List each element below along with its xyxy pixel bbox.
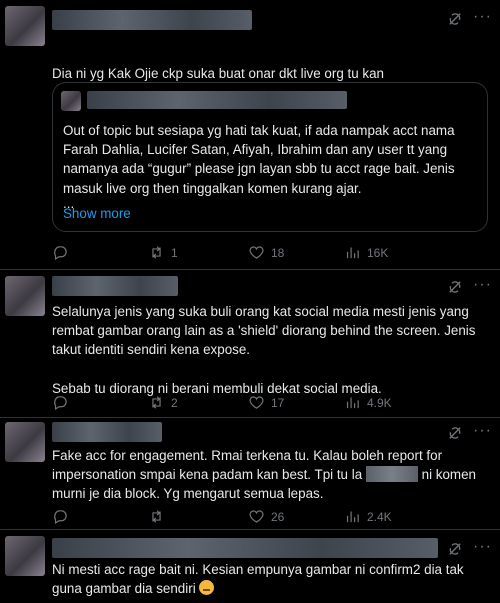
reply-icon (52, 508, 69, 525)
reply-button[interactable] (52, 244, 75, 261)
repost-button[interactable] (148, 508, 171, 525)
views-icon (344, 244, 361, 261)
views-count: 4.9K (367, 395, 392, 410)
like-count: 18 (271, 245, 285, 260)
views-button[interactable]: 16K (344, 244, 388, 261)
like-button[interactable]: 26 (248, 508, 284, 525)
like-count: 17 (271, 395, 285, 410)
post-text: Fake acc for engagement. Rmai terkena tu… (52, 446, 478, 504)
like-button[interactable]: 17 (248, 394, 284, 411)
like-icon (248, 394, 265, 411)
reply-icon (52, 244, 69, 261)
more-options-icon[interactable]: ··· (473, 422, 492, 440)
more-options-icon[interactable]: ··· (473, 538, 492, 556)
repost-button[interactable]: 2 (148, 394, 178, 411)
author-name-redacted[interactable] (52, 538, 438, 558)
redacted-name (365, 466, 418, 483)
reply-button[interactable] (52, 394, 75, 411)
more-options-icon[interactable]: ··· (473, 276, 492, 294)
like-count: 26 (271, 509, 285, 524)
views-icon (344, 394, 361, 411)
action-bar: 26 2.4K (52, 508, 492, 528)
views-count: 16K (367, 245, 389, 260)
grimacing-face-emoji (199, 580, 215, 596)
post-text: Selalunya jenis yang suka buli orang kat… (52, 304, 476, 396)
post-text-body: Ni mesti acc rage bait ni. Kesian empuny… (52, 562, 468, 597)
avatar[interactable] (5, 276, 45, 316)
reply-button[interactable] (52, 508, 75, 525)
repost-icon (148, 244, 165, 261)
repost-count: 2 (171, 395, 178, 410)
post-text: Ni mesti acc rage bait ni. Kesian empuny… (52, 560, 478, 598)
repost-icon (148, 394, 165, 411)
quote-text: Out of topic but sesiapa yg hati tak kua… (63, 121, 477, 210)
grok-icon[interactable] (446, 278, 464, 296)
post-3[interactable]: ··· Fake acc for engagement. Rmai terken… (0, 418, 500, 530)
like-icon (248, 508, 265, 525)
avatar[interactable] (5, 6, 45, 46)
show-more-link[interactable]: Show more (63, 206, 131, 221)
like-button[interactable]: 18 (248, 244, 284, 261)
post-4[interactable]: ··· Ni mesti acc rage bait ni. Kesian em… (0, 530, 500, 603)
like-icon (248, 244, 265, 261)
action-bar: 1 18 16K (52, 244, 492, 264)
grok-icon[interactable] (446, 424, 464, 442)
post-2[interactable]: ··· Selalunya jenis yang suka buli orang… (0, 270, 500, 418)
repost-icon (148, 508, 165, 525)
author-name-redacted[interactable] (52, 10, 252, 30)
reply-icon (52, 394, 69, 411)
more-options-icon[interactable]: ··· (473, 8, 492, 26)
quoted-post[interactable]: Out of topic but sesiapa yg hati tak kua… (52, 82, 488, 232)
avatar[interactable] (5, 422, 45, 462)
quote-avatar (61, 91, 81, 111)
post-1[interactable]: ··· Dia ni yg Kak Ojie ckp suka buat ona… (0, 0, 500, 270)
author-name-redacted[interactable] (52, 276, 178, 296)
avatar[interactable] (5, 536, 45, 576)
views-icon (344, 508, 361, 525)
views-count: 2.4K (367, 509, 392, 524)
grok-icon[interactable] (446, 540, 464, 558)
views-button[interactable]: 2.4K (344, 508, 392, 525)
views-button[interactable]: 4.9K (344, 394, 392, 411)
quote-body: Out of topic but sesiapa yg hati tak kua… (63, 123, 455, 196)
repost-button[interactable]: 1 (148, 244, 178, 261)
action-bar: 2 17 4.9K (52, 394, 492, 414)
author-name-redacted[interactable] (52, 422, 162, 442)
quote-author-redacted (87, 91, 347, 109)
repost-count: 1 (171, 245, 178, 260)
post-text: Dia ni yg Kak Ojie ckp suka buat onar dk… (52, 66, 384, 81)
grok-icon[interactable] (446, 10, 464, 28)
